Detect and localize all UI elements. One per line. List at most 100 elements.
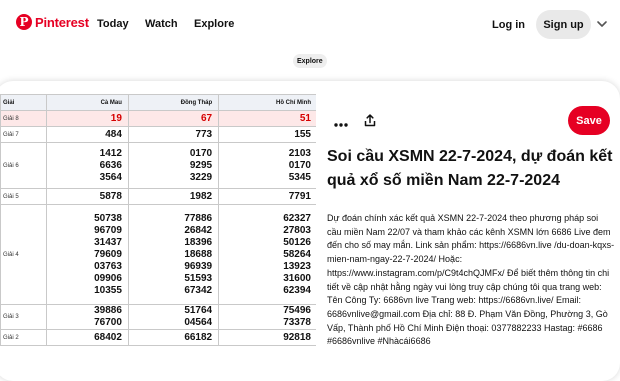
- prize-number: 79609: [94, 248, 122, 260]
- prize-number: 484: [105, 128, 122, 140]
- prize-cell: 155: [218, 126, 316, 143]
- breadcrumb-explore[interactable]: Explore: [293, 54, 327, 68]
- prize-number: 67: [201, 112, 213, 124]
- prize-number: 0170: [189, 147, 213, 159]
- prize-number: 31600: [283, 272, 311, 284]
- save-button[interactable]: Save: [568, 106, 610, 135]
- prize-number: 5878: [99, 190, 122, 202]
- pinterest-logo-icon: P: [16, 14, 32, 30]
- nav-today[interactable]: Today: [97, 18, 129, 30]
- table-row: Giải 7 484 773 155: [0, 126, 316, 143]
- prize-number: 96709: [94, 224, 122, 236]
- prize-name: Giải 6: [0, 142, 47, 189]
- prize-cell: 7791: [218, 188, 316, 205]
- nav-explore[interactable]: Explore: [194, 18, 234, 30]
- table-header-row: Giải Cà Mau Đồng Tháp Hồ Chí Minh: [0, 94, 316, 111]
- pin-description: Dự đoán chính xác kết quả XSMN 22-7-2024…: [327, 213, 615, 347]
- prize-cell: 0170 9295 3229: [127, 142, 220, 189]
- prize-cell: 1412 6636 3564: [46, 142, 129, 189]
- prize-number: 0170: [288, 159, 311, 171]
- prize-number: 68402: [94, 331, 122, 343]
- prize-cell: 77886 26842 18396 18688 96939 51593 67342: [127, 204, 220, 305]
- lottery-results-table: Giải Cà Mau Đồng Tháp Hồ Chí Minh Giải 8…: [0, 94, 316, 346]
- prize-number: 10355: [94, 284, 122, 296]
- prize-number: 7791: [288, 190, 311, 202]
- prize-cell: 68402: [46, 329, 129, 346]
- prize-cell: 62327 27803 50126 58264 13923 31600 62394: [218, 204, 316, 305]
- prize-number: 51764: [184, 305, 213, 316]
- prize-number: 18396: [184, 236, 213, 248]
- table-row: Giải 2 68402 66182 92818: [0, 329, 316, 346]
- prize-number: 773: [195, 128, 213, 140]
- prize-number: 6636: [99, 159, 122, 171]
- prize-number: 75496: [283, 305, 311, 316]
- prize-number: 50126: [283, 236, 311, 248]
- table-row: Giải 3 39886 76700 51764 04564 75496 73378: [0, 304, 316, 330]
- pin-image[interactable]: Giải Cà Mau Đồng Tháp Hồ Chí Minh Giải 8…: [0, 94, 316, 370]
- prize-number: 5345: [288, 171, 311, 183]
- prize-number: 3229: [189, 171, 213, 183]
- prize-number: 51: [299, 112, 311, 124]
- prize-number: 1412: [99, 147, 122, 159]
- column-header-prize: Giải: [0, 94, 47, 111]
- prize-number: 76700: [94, 317, 122, 328]
- prize-number: 1982: [189, 190, 213, 202]
- share-icon[interactable]: [364, 114, 376, 127]
- chevron-down-icon[interactable]: [596, 18, 608, 30]
- signup-button[interactable]: Sign up: [536, 10, 591, 39]
- nav-watch[interactable]: Watch: [145, 18, 178, 30]
- prize-number: 62327: [283, 212, 311, 224]
- prize-number: 26842: [184, 224, 213, 236]
- column-header-ho-chi-minh: Hồ Chí Minh: [218, 94, 316, 111]
- prize-cell: 2103 0170 5345: [218, 142, 316, 189]
- prize-number: 66182: [184, 331, 213, 343]
- column-header-dong-thap: Đồng Tháp: [127, 94, 220, 111]
- prize-name: Giải 3: [0, 304, 47, 330]
- logo-text: Pinterest: [35, 14, 89, 30]
- pin-title: Soi cầu XSMN 22-7-2024, dự đoán kết quả …: [327, 148, 613, 189]
- prize-number: 2103: [288, 147, 311, 159]
- table-row: Giải 6 1412 6636 3564 0170 9295 3229 2103 0170 53…: [0, 142, 316, 189]
- prize-number: 58264: [283, 248, 311, 260]
- prize-number: 19: [110, 112, 122, 124]
- prize-cell: 39886 76700: [46, 304, 129, 330]
- prize-number: 03763: [94, 260, 122, 272]
- prize-number: 18688: [184, 248, 213, 260]
- prize-cell: 51764 04564: [127, 304, 220, 330]
- login-button[interactable]: Log in: [485, 13, 532, 37]
- prize-name: Giải 4: [0, 204, 47, 305]
- prize-cell: 1982: [127, 188, 220, 205]
- prize-cell: 67: [127, 110, 220, 127]
- prize-number: 155: [294, 128, 311, 140]
- prize-number: 04564: [184, 317, 213, 328]
- prize-cell: 66182: [127, 329, 220, 346]
- prize-cell: 50738 96709 31437 79609 03763 09906 10355: [46, 204, 129, 305]
- prize-number: 50738: [94, 212, 122, 224]
- prize-number: 13923: [283, 260, 311, 272]
- prize-number: 92818: [283, 331, 311, 343]
- prize-number: 39886: [94, 305, 122, 316]
- prize-cell: 51: [218, 110, 316, 127]
- prize-number: 67342: [184, 284, 213, 296]
- table-row: Giải 5 5878 1982 7791: [0, 188, 316, 205]
- prize-cell: 773: [127, 126, 220, 143]
- prize-number: 9295: [189, 159, 213, 171]
- table-row: Giải 8 19 67 51: [0, 110, 316, 127]
- prize-name: Giải 2: [0, 329, 47, 346]
- prize-number: 51593: [184, 272, 213, 284]
- prize-cell: 75496 73378: [218, 304, 316, 330]
- more-options-icon[interactable]: [333, 122, 349, 128]
- prize-number: 31437: [94, 236, 122, 248]
- table-row: Giải 4 50738 96709 31437 79609 03763 09906 1035…: [0, 204, 316, 305]
- prize-cell: 19: [46, 110, 129, 127]
- prize-number: 96939: [184, 260, 213, 272]
- pinterest-logo[interactable]: P Pinterest: [16, 14, 89, 30]
- prize-name: Giải 7: [0, 126, 47, 143]
- top-navigation-bar: P Pinterest Today Watch Explore Log in S…: [0, 0, 620, 50]
- column-header-ca-mau: Cà Mau: [46, 94, 129, 111]
- prize-cell: 92818: [218, 329, 316, 346]
- prize-number: 77886: [184, 212, 213, 224]
- prize-number: 09906: [94, 272, 122, 284]
- prize-name: Giải 8: [0, 110, 47, 127]
- prize-number: 62394: [283, 284, 311, 296]
